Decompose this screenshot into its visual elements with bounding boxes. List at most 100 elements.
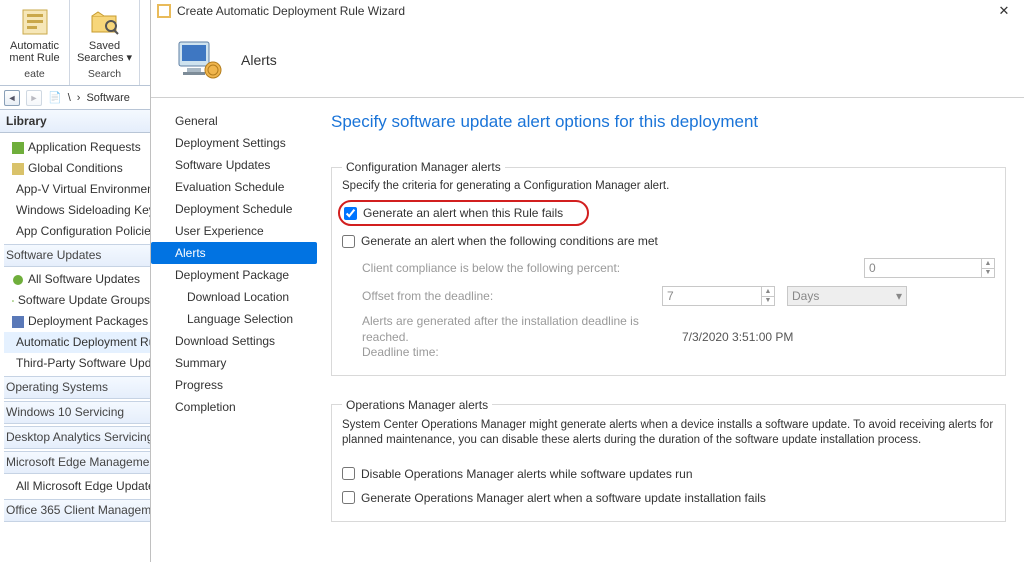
chk-om-disable-label: Disable Operations Manager alerts while … xyxy=(361,467,693,481)
tree-label: Application Requests xyxy=(28,137,141,158)
library-header-label: Library xyxy=(6,114,47,128)
combo-offset-value: Days xyxy=(792,289,819,303)
chk-conditions-label: Generate an alert when the following con… xyxy=(361,234,658,248)
breadcrumb-bar: ◄ ► 📄 \ › Software xyxy=(0,86,150,110)
nav-fwd-button[interactable]: ► xyxy=(26,90,42,106)
tree-label: Desktop Analytics Servicing xyxy=(6,427,150,448)
spinner-offset[interactable]: ▲▼ xyxy=(761,286,775,306)
tree-item-win10-servicing[interactable]: Windows 10 Servicing xyxy=(4,401,150,424)
tree-label: Automatic Deployment Ru xyxy=(16,332,150,353)
lbl-offset: Offset from the deadline: xyxy=(362,289,642,303)
tree-item-all-edge[interactable]: All Microsoft Edge Updates xyxy=(4,476,150,497)
step-alerts[interactable]: Alerts xyxy=(151,242,317,264)
tree-item-app-requests[interactable]: Application Requests xyxy=(4,137,150,158)
tree-label: Software Update Groups xyxy=(18,290,150,311)
tree-label: Global Conditions xyxy=(28,158,123,179)
tree-label: Software Updates xyxy=(6,245,101,266)
navigation-tree: Application Requests Global Conditions A… xyxy=(0,133,150,524)
tree-category-os[interactable]: Operating Systems xyxy=(4,376,150,399)
input-compliance[interactable] xyxy=(864,258,982,278)
step-deployment-settings[interactable]: Deployment Settings xyxy=(169,132,321,154)
step-software-updates[interactable]: Software Updates xyxy=(169,154,321,176)
tree-label: All Software Updates xyxy=(28,269,140,290)
wizard-window: Create Automatic Deployment Rule Wizard … xyxy=(150,0,1024,562)
chk-om-generate-row[interactable]: Generate Operations Manager alert when a… xyxy=(342,489,995,507)
step-completion[interactable]: Completion xyxy=(169,396,321,418)
wizard-header-step: Alerts xyxy=(241,52,277,68)
breadcrumb-path[interactable]: Software xyxy=(86,92,129,104)
tree-label: Windows 10 Servicing xyxy=(6,402,124,423)
tree-item-adr[interactable]: Automatic Deployment Ru xyxy=(4,332,150,353)
ribbon-search-label[interactable]: Saved Searches ▾ xyxy=(75,40,134,64)
spinner-compliance[interactable]: ▲▼ xyxy=(981,258,995,278)
library-header: Library xyxy=(0,110,150,133)
step-download-location[interactable]: Download Location xyxy=(169,286,321,308)
rule-icon xyxy=(19,6,51,38)
val-deadline: 7/3/2020 3:51:00 PM xyxy=(682,330,793,344)
close-button[interactable]: ✕ xyxy=(990,2,1018,20)
tree-label: All Microsoft Edge Updates xyxy=(16,476,150,497)
step-summary[interactable]: Summary xyxy=(169,352,321,374)
chk-om-disable[interactable] xyxy=(342,467,355,480)
computer-icon xyxy=(175,36,223,84)
page-title: Specify software update alert options fo… xyxy=(331,112,1006,132)
step-language-selection[interactable]: Language Selection xyxy=(169,308,321,330)
tree-item-edge-mgmt[interactable]: Microsoft Edge Management xyxy=(4,451,150,474)
tree-label: Operating Systems xyxy=(6,377,108,398)
tree-label: Deployment Packages xyxy=(28,311,148,332)
chk-rule-fails-label: Generate an alert when this Rule fails xyxy=(363,206,563,220)
ribbon-search-group: Saved Searches ▾ Search xyxy=(70,0,140,85)
wizard-titlebar: Create Automatic Deployment Rule Wizard … xyxy=(151,0,1024,22)
step-progress[interactable]: Progress xyxy=(169,374,321,396)
step-general[interactable]: General xyxy=(169,110,321,132)
wizard-steps-list: General Deployment Settings Software Upd… xyxy=(151,98,321,562)
lbl-deadline: Alerts are generated after the installat… xyxy=(362,314,662,361)
chk-rule-fails[interactable] xyxy=(344,207,357,220)
tree-label: Third-Party Software Upda xyxy=(16,353,150,374)
cm-alerts-group: Configuration Manager alerts Specify the… xyxy=(331,160,1006,376)
tree-item-dep-packages[interactable]: Deployment Packages xyxy=(4,311,150,332)
tree-item-all-su[interactable]: All Software Updates xyxy=(4,269,150,290)
cm-alerts-legend: Configuration Manager alerts xyxy=(342,160,505,174)
tree-label: App-V Virtual Environmen xyxy=(16,179,150,200)
sccm-console-background: Automatic ment Rule eate Saved Searches … xyxy=(0,0,150,562)
tree-item-su-groups[interactable]: Software Update Groups xyxy=(4,290,150,311)
chk-conditions-row[interactable]: Generate an alert when the following con… xyxy=(342,232,995,250)
breadcrumb-icon: 📄 xyxy=(48,91,62,104)
om-alerts-desc: System Center Operations Manager might g… xyxy=(342,418,995,449)
tree-item-global-conditions[interactable]: Global Conditions xyxy=(4,158,150,179)
tree-item-sideloading[interactable]: Windows Sideloading Key xyxy=(4,200,150,221)
ribbon-create-caption: eate xyxy=(24,68,44,83)
nav-back-button[interactable]: ◄ xyxy=(4,90,20,106)
step-deployment-package[interactable]: Deployment Package xyxy=(169,264,321,286)
folder-search-icon xyxy=(89,6,121,38)
highlight-annotation: Generate an alert when this Rule fails xyxy=(338,200,589,226)
chk-om-disable-row[interactable]: Disable Operations Manager alerts while … xyxy=(342,465,995,483)
step-evaluation-schedule[interactable]: Evaluation Schedule xyxy=(169,176,321,198)
tree-item-office365[interactable]: Office 365 Client Manageme xyxy=(4,499,150,522)
step-deployment-schedule[interactable]: Deployment Schedule xyxy=(169,198,321,220)
chevron-down-icon: ▾ xyxy=(896,289,902,303)
combo-offset-unit[interactable]: Days ▾ xyxy=(787,286,907,306)
step-download-settings[interactable]: Download Settings xyxy=(169,330,321,352)
chk-conditions[interactable] xyxy=(342,235,355,248)
cm-alerts-desc: Specify the criteria for generating a Co… xyxy=(342,180,995,192)
tree-item-3rdparty[interactable]: Third-Party Software Upda xyxy=(4,353,150,374)
tree-item-desktop-analytics[interactable]: Desktop Analytics Servicing xyxy=(4,426,150,449)
chk-rule-fails-row[interactable]: Generate an alert when this Rule fails xyxy=(344,204,563,222)
tree-category-software-updates[interactable]: Software Updates xyxy=(4,244,150,267)
chk-om-generate[interactable] xyxy=(342,491,355,504)
lbl-compliance: Client compliance is below the following… xyxy=(362,261,642,275)
step-user-experience[interactable]: User Experience xyxy=(169,220,321,242)
wizard-header: Alerts xyxy=(151,22,1024,98)
tree-item-appconfig[interactable]: App Configuration Policies xyxy=(4,221,150,242)
breadcrumb-sep: \ xyxy=(68,92,71,104)
row-compliance: Client compliance is below the following… xyxy=(362,258,995,278)
ribbon-create-group: Automatic ment Rule eate xyxy=(0,0,70,85)
ribbon: Automatic ment Rule eate Saved Searches … xyxy=(0,0,150,86)
ribbon-create-label[interactable]: Automatic ment Rule xyxy=(7,40,61,64)
input-offset[interactable] xyxy=(662,286,762,306)
tree-item-appv[interactable]: App-V Virtual Environmen xyxy=(4,179,150,200)
tree-label: Windows Sideloading Key xyxy=(16,200,150,221)
wizard-content: Specify software update alert options fo… xyxy=(321,98,1024,562)
